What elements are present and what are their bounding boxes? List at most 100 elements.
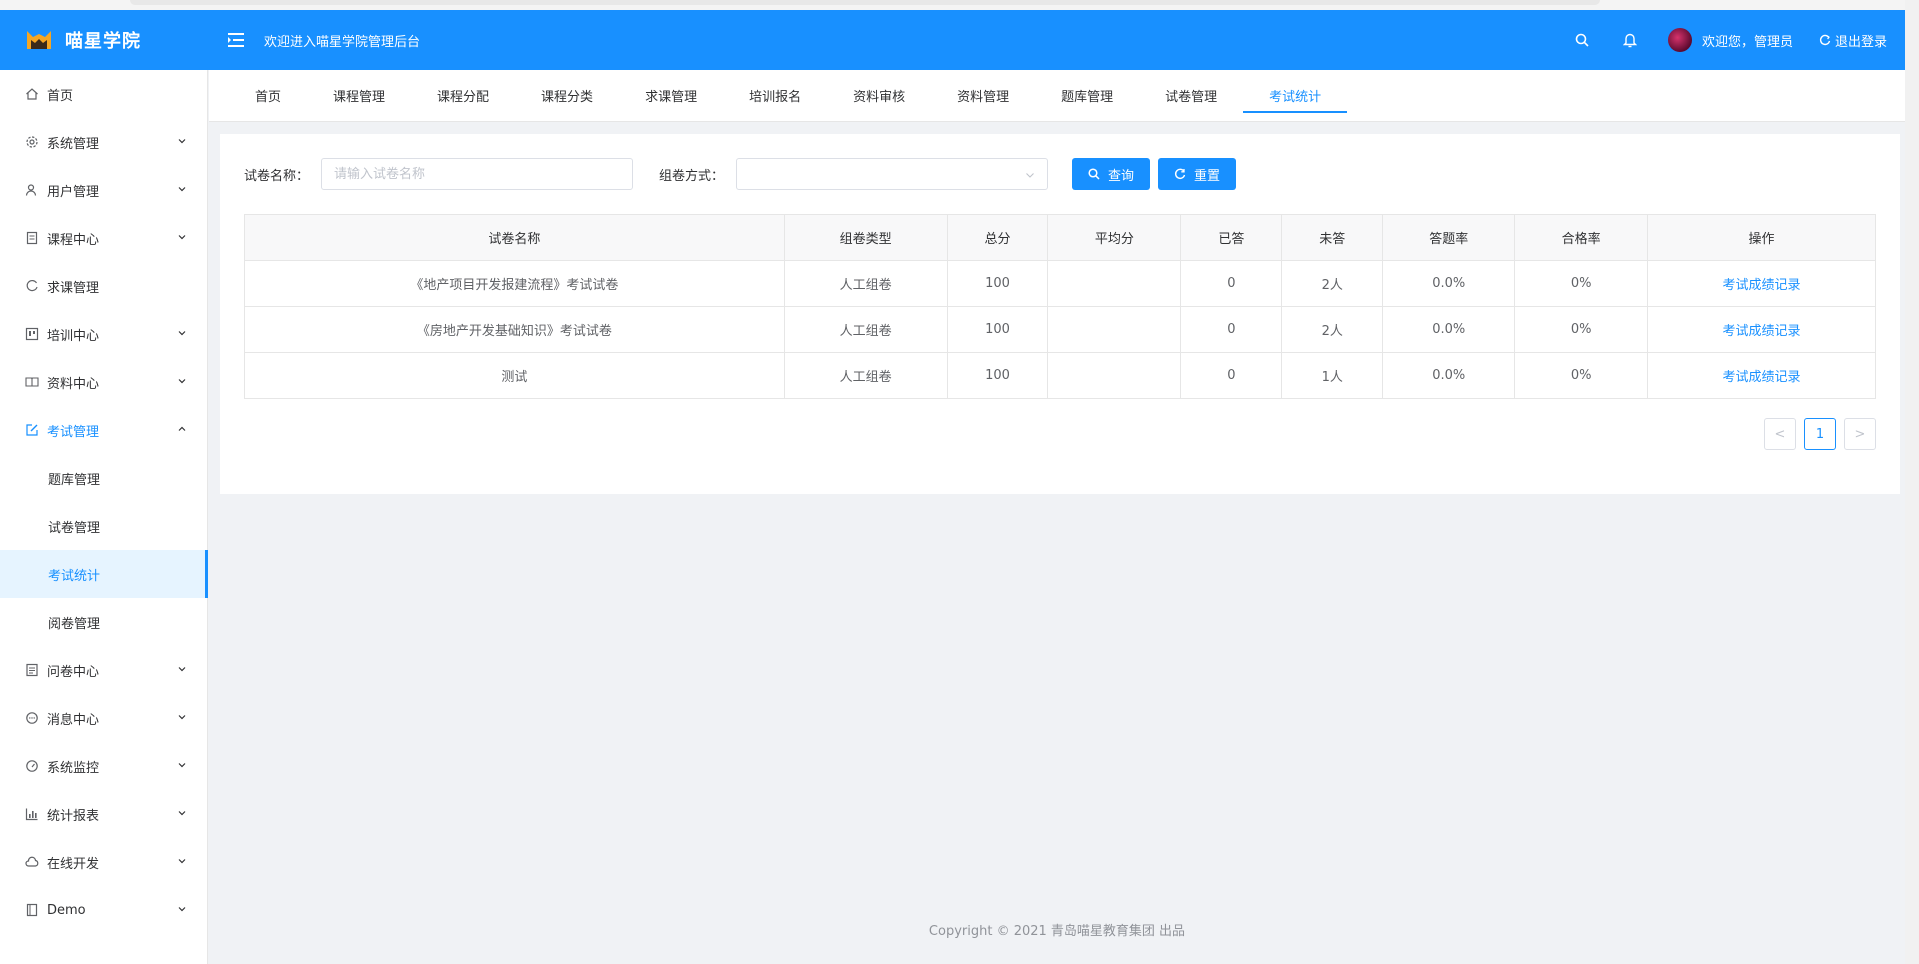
user-icon: [24, 183, 39, 198]
home-icon: [24, 87, 39, 102]
brand-name: 喵星学院: [65, 31, 141, 52]
sidebar-item-label: 考试统计: [48, 568, 101, 584]
sidebar-item-course-center[interactable]: 课程中心: [0, 214, 207, 262]
footer-copyright: Copyright © 2021 青岛喵星教育集团 出品: [928, 924, 1186, 939]
sidebar-item-course-request[interactable]: 求课管理: [0, 262, 207, 310]
avatar[interactable]: [1667, 28, 1692, 52]
pass-rate-cell: 0%: [1514, 352, 1649, 399]
content-panel: 试卷名称： 组卷方式： 查询 重置 试卷名称 组卷类型 总分 平均分 已答: [220, 134, 1900, 494]
sidebar-item-label: 消息中心: [47, 712, 100, 728]
sidebar-item-label: 题库管理: [48, 472, 101, 488]
unanswered-cell: 2人: [1281, 306, 1384, 353]
logo[interactable]: 喵星学院: [0, 10, 208, 70]
document-icon: [24, 231, 39, 246]
tab-question-bank[interactable]: 题库管理: [1035, 70, 1139, 121]
scrollbar[interactable]: [1905, 0, 1919, 964]
average-score-cell: [1047, 352, 1182, 399]
sidebar-item-exam[interactable]: 考试管理: [0, 406, 207, 454]
paper-name-label: 试卷名称：: [244, 168, 310, 184]
logout-button[interactable]: 退出登录: [1819, 31, 1887, 50]
column-header: 合格率: [1514, 214, 1649, 261]
sidebar-item-training[interactable]: 培训中心: [0, 310, 207, 358]
score-record-link[interactable]: 考试成绩记录: [1723, 324, 1801, 339]
tab-material-management[interactable]: 资料管理: [931, 70, 1035, 121]
search-icon[interactable]: [1574, 32, 1590, 48]
answer-rate-cell: 0.0%: [1382, 352, 1516, 399]
tab-course-management[interactable]: 课程管理: [307, 70, 411, 121]
average-score-cell: [1047, 306, 1182, 353]
unanswered-cell: 2人: [1281, 260, 1384, 307]
chevron-down-icon: [178, 907, 186, 912]
welcome-text: 欢迎进入喵星学院管理后台: [264, 34, 421, 50]
sidebar-item-demo[interactable]: Demo: [0, 886, 207, 934]
sidebar-item-home[interactable]: 首页: [0, 70, 207, 118]
total-score-cell: 100: [946, 306, 1049, 353]
sidebar-item-label: 资料中心: [47, 376, 100, 392]
exam-stats-table: 试卷名称 组卷类型 总分 平均分 已答 未答 答题率 合格率 操作 《地产项目开…: [244, 214, 1876, 399]
score-record-link[interactable]: 考试成绩记录: [1723, 370, 1801, 385]
sidebar-item-users[interactable]: 用户管理: [0, 166, 207, 214]
sidebar-item-label: 问卷中心: [47, 664, 100, 680]
sidebar-item-label: 考试管理: [47, 424, 100, 440]
action-cell: 考试成绩记录: [1647, 260, 1876, 307]
answered-cell: 0: [1180, 306, 1283, 353]
sidebar-item-messages[interactable]: 消息中心: [0, 694, 207, 742]
answered-cell: 0: [1180, 260, 1283, 307]
paper-name-cell: 测试: [244, 352, 785, 399]
tab-paper-management[interactable]: 试卷管理: [1139, 70, 1243, 121]
sidebar-subitem-grading[interactable]: 阅卷管理: [0, 598, 207, 646]
query-button[interactable]: 查询: [1072, 158, 1151, 190]
chevron-down-icon: [178, 763, 186, 768]
column-header: 答题率: [1382, 214, 1516, 261]
sidebar-item-label: 试卷管理: [48, 520, 101, 536]
tab-course-category[interactable]: 课程分类: [515, 70, 619, 121]
bell-icon[interactable]: [1622, 32, 1638, 48]
unanswered-cell: 1人: [1281, 352, 1384, 399]
prev-page-button[interactable]: <: [1764, 418, 1796, 450]
paper-name-cell: 《地产项目开发报建流程》考试试卷: [244, 260, 785, 307]
gear-icon: [24, 135, 39, 150]
tab-material-review[interactable]: 资料审核: [827, 70, 931, 121]
sidebar-item-survey[interactable]: 问卷中心: [0, 646, 207, 694]
book-icon: [24, 375, 39, 390]
menu-toggle-icon[interactable]: [226, 30, 246, 50]
sidebar-item-label: 培训中心: [47, 328, 100, 344]
tab-training-signup[interactable]: 培训报名: [723, 70, 827, 121]
chevron-down-icon: [178, 667, 186, 672]
pass-rate-cell: 0%: [1514, 260, 1649, 307]
browser-top-strip: [0, 0, 1919, 10]
file-icon: [24, 903, 39, 918]
query-label: 查询: [1108, 168, 1135, 184]
reset-button[interactable]: 重置: [1158, 158, 1237, 190]
next-page-button[interactable]: >: [1844, 418, 1876, 450]
tab-home[interactable]: 首页: [229, 70, 307, 121]
sidebar-item-label: 阅卷管理: [48, 616, 101, 632]
column-header: 未答: [1281, 214, 1384, 261]
sidebar-item-reports[interactable]: 统计报表: [0, 790, 207, 838]
filter-bar: 试卷名称： 组卷方式： 查询 重置: [244, 158, 1237, 190]
user-greeting[interactable]: 欢迎您，管理员: [1702, 31, 1793, 50]
column-header: 操作: [1647, 214, 1876, 261]
list-icon: [24, 663, 39, 678]
edit-icon: [24, 423, 39, 438]
table-header-row: 试卷名称 组卷类型 总分 平均分 已答 未答 答题率 合格率 操作: [244, 214, 1876, 261]
compose-mode-select[interactable]: [736, 158, 1049, 190]
score-record-link[interactable]: 考试成绩记录: [1723, 278, 1801, 293]
chevron-down-icon: [178, 811, 186, 816]
paper-name-input[interactable]: [321, 158, 634, 190]
tab-course-request[interactable]: 求课管理: [619, 70, 723, 121]
sidebar-item-materials[interactable]: 资料中心: [0, 358, 207, 406]
sidebar-item-monitor[interactable]: 系统监控: [0, 742, 207, 790]
sidebar-subitem-paper[interactable]: 试卷管理: [0, 502, 207, 550]
tab-exam-stats[interactable]: 考试统计: [1243, 70, 1348, 121]
chevron-up-icon: [178, 426, 186, 431]
sidebar-item-online-dev[interactable]: 在线开发: [0, 838, 207, 886]
sidebar-subitem-question-bank[interactable]: 题库管理: [0, 454, 207, 502]
average-score-cell: [1047, 260, 1182, 307]
tab-course-assignment[interactable]: 课程分配: [411, 70, 515, 121]
sidebar-item-label: 系统管理: [47, 136, 100, 152]
page-number-button[interactable]: 1: [1804, 418, 1836, 450]
sidebar-subitem-exam-stats[interactable]: 考试统计: [0, 550, 208, 598]
cloud-icon: [24, 855, 39, 870]
sidebar-item-system[interactable]: 系统管理: [0, 118, 207, 166]
